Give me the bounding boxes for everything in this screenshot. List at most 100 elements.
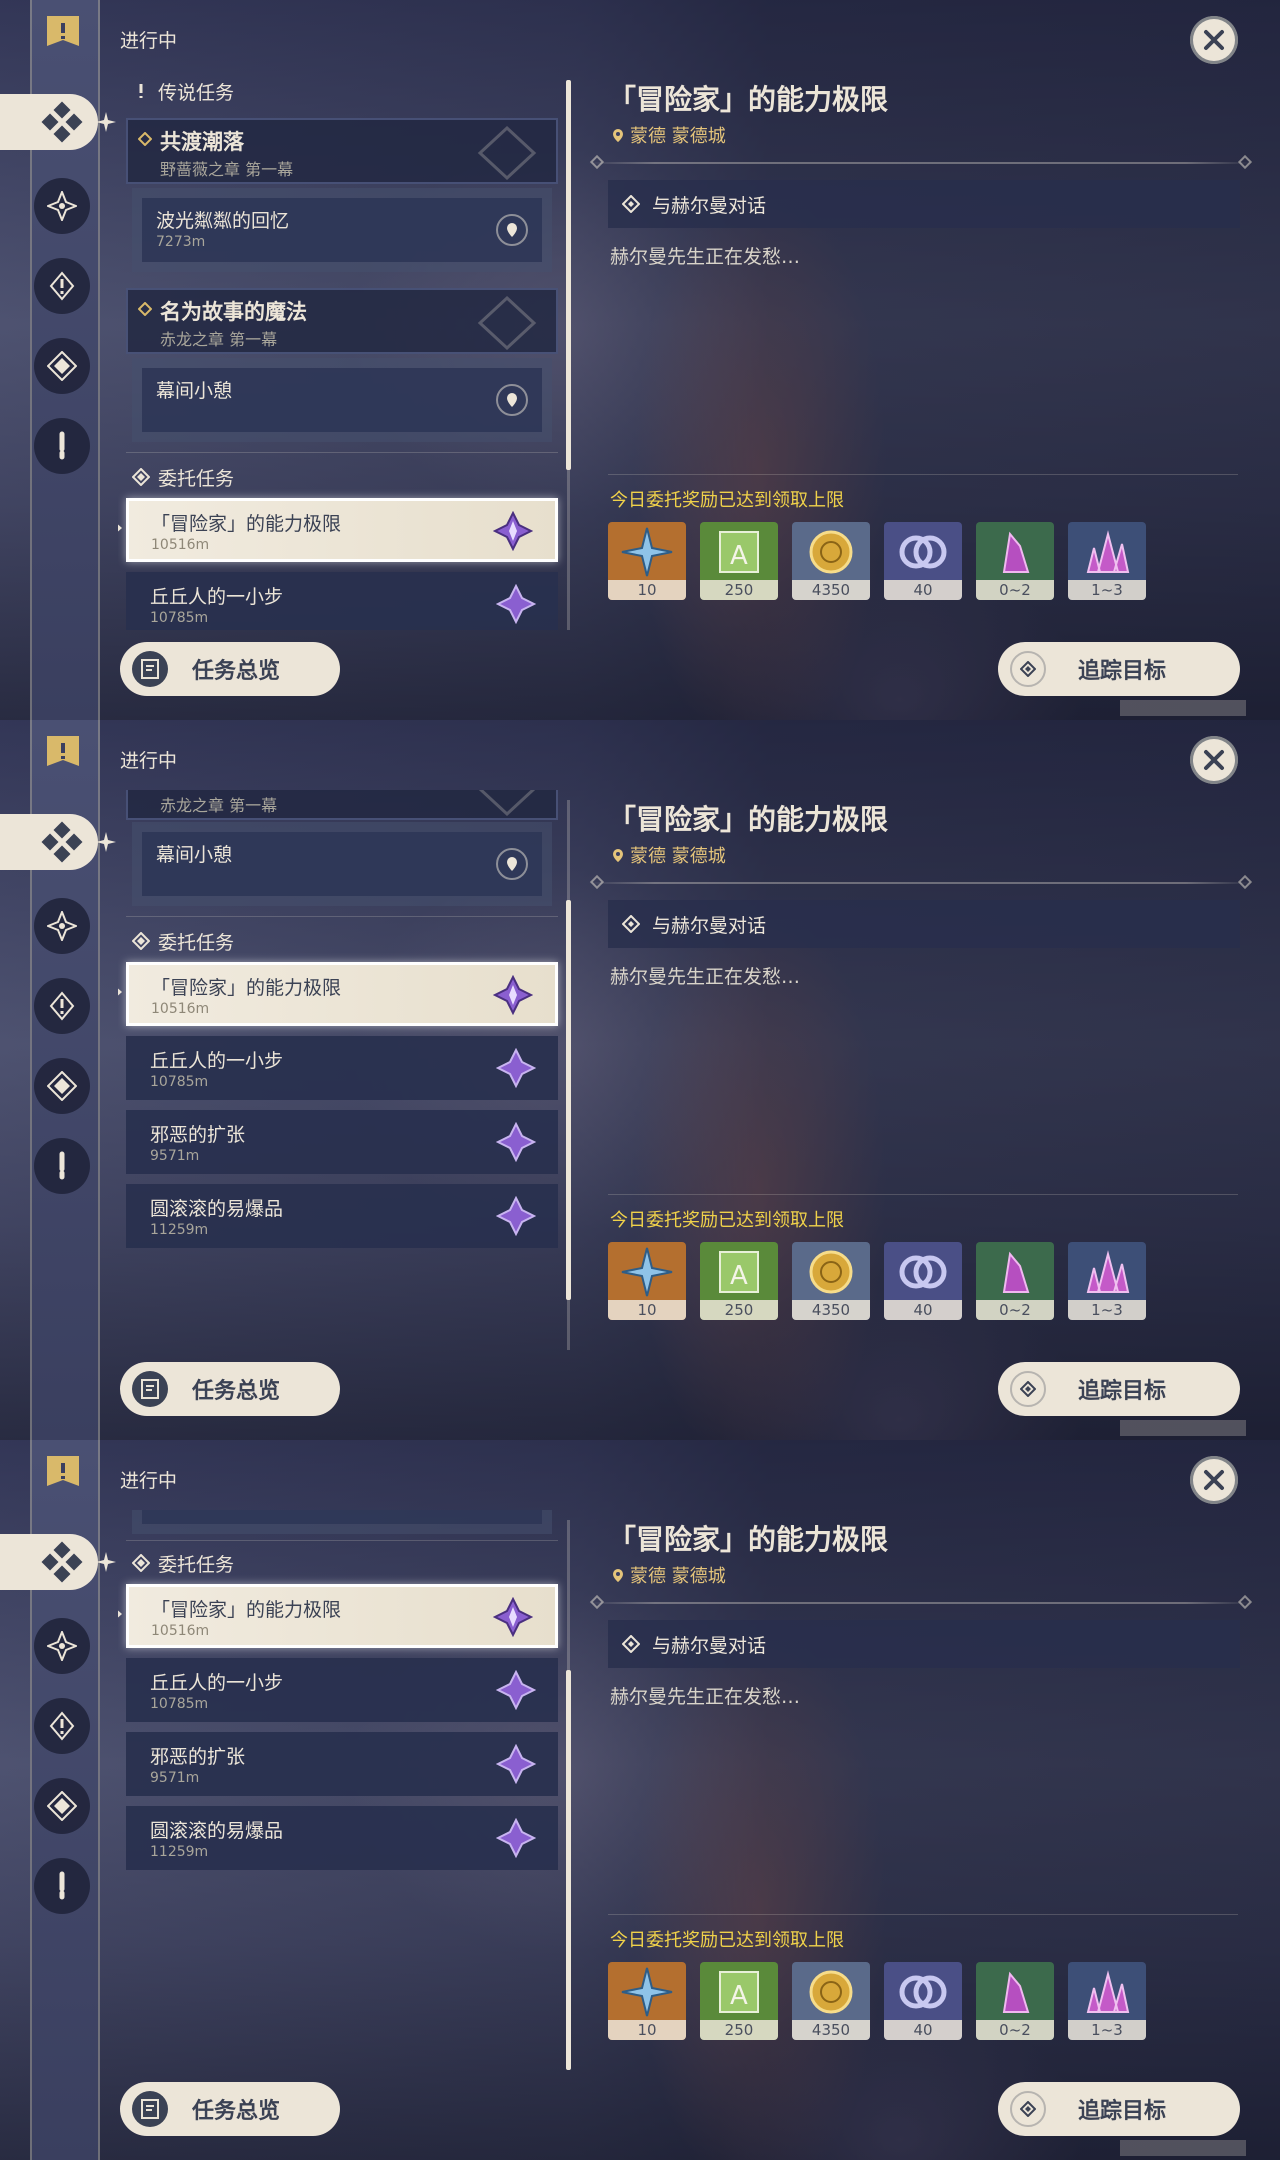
track-objective-button[interactable]: 追踪目标: [998, 642, 1240, 696]
crystal-chunk-icon: [1002, 1971, 1030, 2013]
close-button[interactable]: [1190, 16, 1238, 64]
reward-count: 1~3: [1068, 1300, 1146, 1320]
reward-item[interactable]: 1~3: [1068, 1242, 1146, 1320]
reward-item[interactable]: 1~3: [1068, 522, 1146, 600]
scroll-thumb[interactable]: [566, 80, 571, 470]
quest-description: 赫尔曼先生正在发愁…: [610, 966, 801, 988]
exclamation-icon: [139, 84, 143, 98]
commission-item[interactable]: 圆滚滚的易爆品 11259m: [126, 1806, 558, 1870]
scroll-thumb[interactable]: [566, 1670, 571, 2070]
reward-count: 0~2: [976, 1300, 1054, 1320]
track-diamond-icon: [1010, 2091, 1046, 2127]
story-quest-icon: [49, 991, 75, 1021]
commission-item[interactable]: 邪恶的扩张 9571m: [126, 1110, 558, 1174]
commission-item[interactable]: 邪恶的扩张 9571m: [126, 1732, 558, 1796]
commission-diamond-icon: [132, 932, 150, 950]
reward-item[interactable]: A 250: [700, 522, 778, 600]
reward-item[interactable]: 4350: [792, 1962, 870, 2040]
category-story[interactable]: [34, 1698, 90, 1754]
subquest-item[interactable]: [132, 1510, 552, 1534]
commission-item-selected[interactable]: 「冒险家」的能力极限 10516m: [126, 498, 558, 562]
chapter-header[interactable]: 共渡潮落 野蔷薇之章 第一幕: [126, 118, 558, 184]
quest-list[interactable]: 委托任务 「冒险家」的能力极限 10516m 丘丘人的一小步 10785m 邪恶…: [118, 1510, 566, 2070]
quest-description: 赫尔曼先生正在发愁…: [610, 246, 801, 268]
reward-count: 250: [700, 580, 778, 600]
category-commission[interactable]: [34, 1058, 90, 1114]
reward-item[interactable]: 40: [884, 522, 962, 600]
commission-section-label: 委托任务: [158, 467, 235, 490]
category-archon[interactable]: [34, 1618, 90, 1674]
category-all-active[interactable]: [0, 814, 98, 870]
commission-item[interactable]: 丘丘人的一小步 10785m: [126, 572, 558, 630]
crystal-cluster-icon: [1086, 1250, 1130, 1293]
commission-gem-icon: [493, 1597, 533, 1637]
track-objective-label: 追踪目标: [1078, 2099, 1167, 2124]
subquest-item[interactable]: 波光粼粼的回忆 7273m: [132, 188, 552, 272]
chapter-header[interactable]: 名为故事的魔法 赤龙之章 第一幕: [126, 288, 558, 354]
world-quest-icon: [59, 1151, 65, 1180]
commission-distance: 9571m: [150, 1148, 200, 1164]
track-objective-label: 追踪目标: [1078, 1379, 1167, 1404]
category-commission[interactable]: [34, 338, 90, 394]
svg-text:A: A: [730, 1981, 748, 2011]
reward-item[interactable]: 1~3: [1068, 1962, 1146, 2040]
close-button[interactable]: [1190, 1456, 1238, 1504]
reward-item[interactable]: 40: [884, 1962, 962, 2040]
chapter-emblem-icon: [478, 790, 536, 817]
close-button[interactable]: [1190, 736, 1238, 784]
reward-item[interactable]: 0~2: [976, 522, 1054, 600]
reward-item[interactable]: 10: [608, 1962, 686, 2040]
quest-list[interactable]: 传说任务 共渡潮落 野蔷薇之章 第一幕 波光粼粼的回忆 7273m 名为故事的魔…: [118, 70, 566, 630]
quest-overview-button[interactable]: 任务总览: [120, 642, 340, 696]
category-world[interactable]: [34, 1858, 90, 1914]
subquest-item[interactable]: 幕间小憩: [132, 822, 552, 906]
commission-title: 圆滚滚的易爆品: [150, 1820, 284, 1842]
quest-overview-button[interactable]: 任务总览: [120, 1362, 340, 1416]
quest-overview-label: 任务总览: [192, 1379, 281, 1404]
reward-count: 250: [700, 2020, 778, 2040]
quest-location: 蒙德 蒙德城: [612, 1562, 726, 1588]
reward-item[interactable]: 4350: [792, 522, 870, 600]
reward-item[interactable]: 4350: [792, 1242, 870, 1320]
category-archon[interactable]: [34, 898, 90, 954]
category-world[interactable]: [34, 418, 90, 474]
category-all-active[interactable]: [0, 1534, 98, 1590]
navigate-button[interactable]: [496, 384, 528, 416]
navigate-button[interactable]: [496, 214, 528, 246]
category-world[interactable]: [34, 1138, 90, 1194]
reward-item[interactable]: 10: [608, 1242, 686, 1320]
location-pin-icon: [613, 128, 623, 142]
category-story[interactable]: [34, 258, 90, 314]
quest-flag-icon: [47, 1456, 79, 1486]
reward-item[interactable]: 10: [608, 522, 686, 600]
subquest-item[interactable]: 幕间小憩: [132, 358, 552, 442]
category-archon[interactable]: [34, 178, 90, 234]
reward-count: 40: [884, 1300, 962, 1320]
reward-item[interactable]: A 250: [700, 1242, 778, 1320]
reward-item[interactable]: 40: [884, 1242, 962, 1320]
track-objective-button[interactable]: 追踪目标: [998, 1362, 1240, 1416]
scroll-thumb[interactable]: [566, 900, 571, 1300]
navigate-button[interactable]: [496, 848, 528, 880]
commission-item[interactable]: 丘丘人的一小步 10785m: [126, 1658, 558, 1722]
quest-overview-button[interactable]: 任务总览: [120, 2082, 340, 2136]
track-objective-button[interactable]: 追踪目标: [998, 2082, 1240, 2136]
reward-limit-note: 今日委托奖励已达到领取上限: [610, 1210, 844, 1231]
reward-list: 10 A 250 4350 40 0~2 1~3: [608, 1962, 1146, 2040]
quest-list[interactable]: 名为故事的魔法 赤龙之章 第一幕 幕间小憩 委托任务 「冒险家」的能力极限 10…: [118, 790, 566, 1350]
category-commission[interactable]: [34, 1778, 90, 1834]
reward-item[interactable]: 0~2: [976, 1242, 1054, 1320]
category-story[interactable]: [34, 978, 90, 1034]
reward-item[interactable]: 0~2: [976, 1962, 1054, 2040]
commission-gem-icon: [496, 1048, 536, 1088]
adventure-exp-icon: A: [719, 1251, 759, 1293]
reward-item[interactable]: A 250: [700, 1962, 778, 2040]
commission-item[interactable]: 丘丘人的一小步 10785m: [126, 1036, 558, 1100]
commission-item[interactable]: 圆滚滚的易爆品 11259m: [126, 1184, 558, 1248]
chapter-header[interactable]: 名为故事的魔法 赤龙之章 第一幕: [126, 790, 558, 820]
close-icon: [1204, 1470, 1224, 1490]
category-all-active[interactable]: [0, 94, 98, 150]
commission-item-selected[interactable]: 「冒险家」的能力极限 10516m: [126, 962, 558, 1026]
commission-item-selected[interactable]: 「冒险家」的能力极限 10516m: [126, 1584, 558, 1648]
chapter-title: 名为故事的魔法: [160, 300, 307, 324]
